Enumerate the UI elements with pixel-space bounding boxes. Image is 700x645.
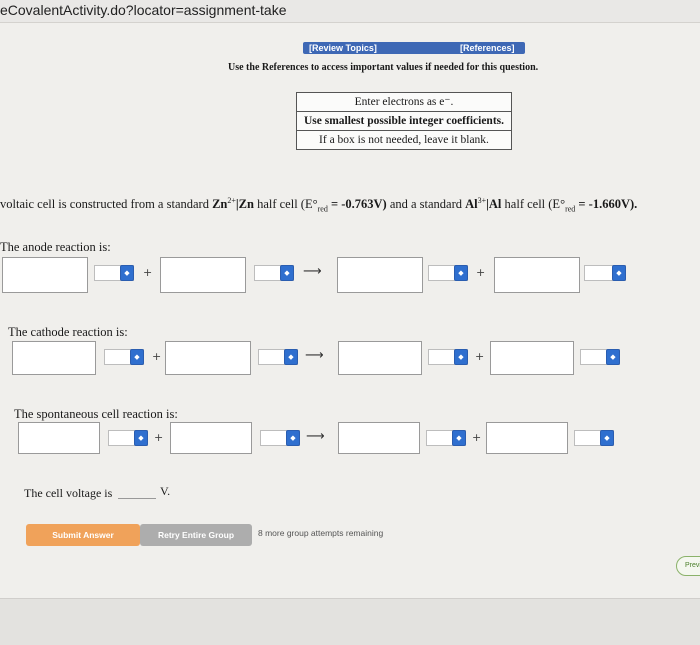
al-red-subscript: red <box>565 204 576 214</box>
al-electrode: |Al <box>486 197 502 212</box>
cathode-species-3-input[interactable] <box>338 341 422 375</box>
spontaneous-species-1-input[interactable] <box>18 422 100 454</box>
spontaneous-species-2-input[interactable] <box>170 422 252 454</box>
al-potential: = -1.660V). <box>575 197 638 212</box>
cell-voltage-label: The cell voltage is <box>24 486 113 500</box>
al-charge: 3+ <box>477 196 487 205</box>
instructions-text: Use the References to access important v… <box>228 62 539 73</box>
note-box: Enter electrons as e⁻. Use smallest poss… <box>296 92 512 150</box>
cathode-state-2-select[interactable]: ◆ <box>258 349 298 365</box>
anode-species-1-input[interactable] <box>2 257 88 293</box>
browser-url[interactable]: eCovalentActivity.do?locator=assignment-… <box>0 0 700 22</box>
spontaneous-state-1-select[interactable]: ◆ <box>108 430 148 446</box>
note-line-electrons: Enter electrons as e⁻. <box>354 96 454 108</box>
anode-state-1-icon: ◆ <box>120 265 134 281</box>
spontaneous-state-4-select[interactable]: ◆ <box>574 430 614 446</box>
cathode-state-1-icon: ◆ <box>130 349 144 365</box>
review-topics-link[interactable]: [Review Topics] <box>309 42 377 54</box>
cathode-species-4-input[interactable] <box>490 341 574 375</box>
question-part-3: and a standard <box>386 197 466 212</box>
cell-voltage-unit: V. <box>160 484 171 498</box>
spontaneous-state-1-icon: ◆ <box>134 430 148 446</box>
spontaneous-state-2-icon: ◆ <box>286 430 300 446</box>
previous-button[interactable]: Previous <box>676 556 700 576</box>
anode-state-1-select[interactable]: ◆ <box>94 265 134 281</box>
cathode-state-2-icon: ◆ <box>284 349 298 365</box>
anode-species-2-input[interactable] <box>160 257 246 293</box>
cathode-state-3-select[interactable]: ◆ <box>428 349 468 365</box>
anode-species-4-input[interactable] <box>494 257 580 293</box>
anode-state-4-select[interactable]: ◆ <box>584 265 626 281</box>
note-line-blank: If a box is not needed, leave it blank. <box>297 130 511 149</box>
cathode-species-1-input[interactable] <box>12 341 96 375</box>
spontaneous-state-3-icon: ◆ <box>452 430 466 446</box>
question-part-4: half cell (E° <box>501 197 566 212</box>
question-part-1: voltaic cell is constructed from a stand… <box>0 197 213 212</box>
zn-charge: 2+ <box>227 196 236 205</box>
zn-potential: = -0.763V) <box>327 197 387 212</box>
cathode-plus-1: + <box>152 350 162 363</box>
zn-electrode: |Zn <box>235 197 254 212</box>
question-text: voltaic cell is constructed from a stand… <box>0 196 637 214</box>
spontaneous-state-3-select[interactable]: ◆ <box>426 430 466 446</box>
cathode-state-3-icon: ◆ <box>454 349 468 365</box>
anode-state-3-select[interactable]: ◆ <box>428 265 468 281</box>
attempts-remaining-text: 8 more group attempts remaining <box>258 528 384 538</box>
cathode-state-4-select[interactable]: ◆ <box>580 349 620 365</box>
cathode-state-4-icon: ◆ <box>606 349 620 365</box>
references-link[interactable]: [References] <box>460 42 515 54</box>
submit-answer-button[interactable]: Submit Answer <box>26 524 140 546</box>
url-divider <box>0 22 700 23</box>
cathode-label: The cathode reaction is: <box>8 325 128 339</box>
spontaneous-state-4-icon: ◆ <box>600 430 614 446</box>
anode-arrow: ⟶ <box>303 264 322 279</box>
spontaneous-arrow: ⟶ <box>306 429 325 444</box>
spontaneous-label: The spontaneous cell reaction is: <box>14 407 178 421</box>
anode-state-2-icon: ◆ <box>280 265 294 281</box>
note-line-coefficients: Use smallest possible integer coefficien… <box>297 111 511 130</box>
anode-plus-2: + <box>476 266 486 279</box>
spontaneous-state-2-select[interactable]: ◆ <box>260 430 300 446</box>
anode-plus-1: + <box>143 266 153 279</box>
zn-red-subscript: red <box>317 204 328 214</box>
anode-species-3-input[interactable] <box>337 257 423 293</box>
zn-ion: Zn <box>212 197 228 212</box>
cell-voltage-input[interactable] <box>118 480 156 499</box>
cathode-state-1-select[interactable]: ◆ <box>104 349 144 365</box>
spontaneous-plus-1: + <box>154 431 164 444</box>
anode-label: The anode reaction is: <box>0 240 111 254</box>
spontaneous-species-4-input[interactable] <box>486 422 568 454</box>
retry-entire-group-button[interactable]: Retry Entire Group <box>140 524 252 546</box>
cathode-arrow: ⟶ <box>305 348 324 363</box>
spontaneous-plus-2: + <box>472 431 482 444</box>
cathode-plus-2: + <box>475 350 485 363</box>
al-ion: Al <box>465 197 478 212</box>
cathode-species-2-input[interactable] <box>165 341 251 375</box>
page-footer <box>0 598 700 645</box>
anode-state-2-select[interactable]: ◆ <box>254 265 294 281</box>
question-part-2: half cell (E° <box>253 197 318 212</box>
anode-state-4-icon: ◆ <box>612 265 626 281</box>
reference-link-bar: [Review Topics] [References] <box>303 42 525 54</box>
anode-state-3-icon: ◆ <box>454 265 468 281</box>
spontaneous-species-3-input[interactable] <box>338 422 420 454</box>
